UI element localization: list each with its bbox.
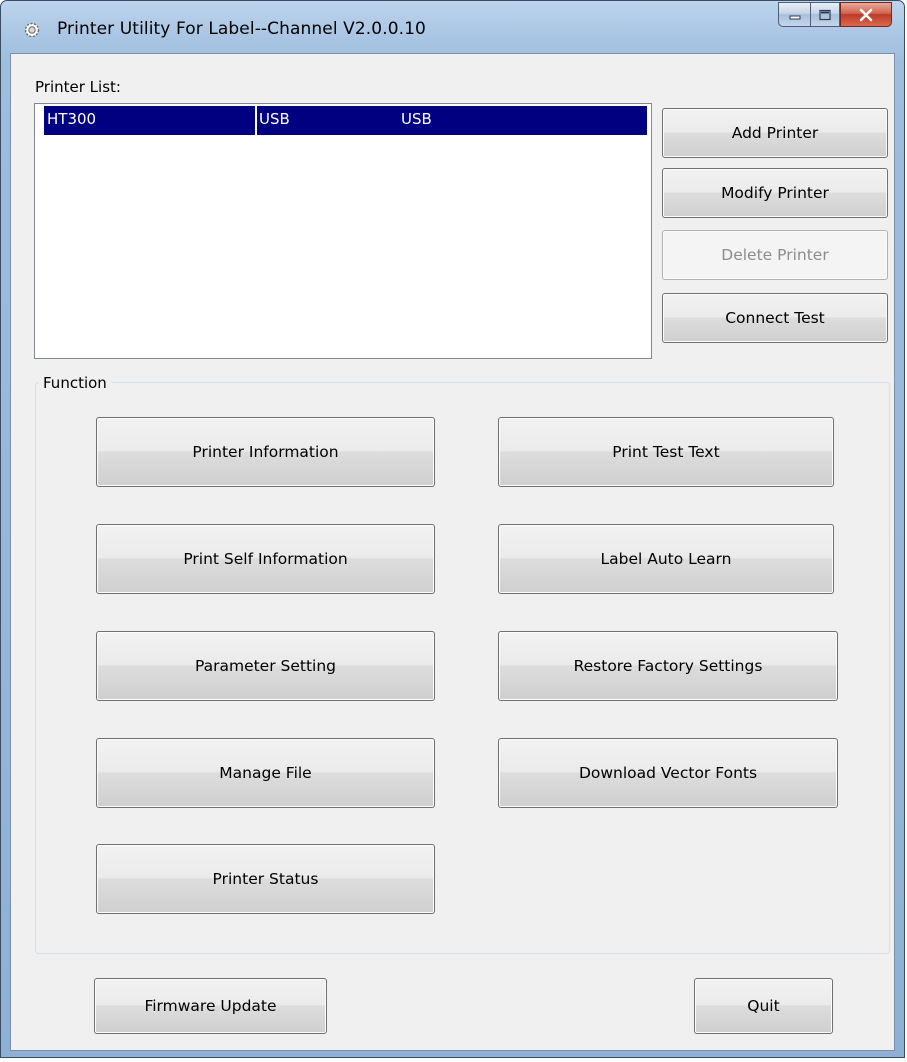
close-button[interactable] bbox=[840, 2, 892, 27]
label-auto-learn-button[interactable]: Label Auto Learn bbox=[498, 524, 834, 594]
caption-buttons bbox=[778, 2, 892, 27]
column-separator bbox=[255, 106, 257, 135]
printer-list-row[interactable]: HT300 USB USB bbox=[44, 106, 647, 135]
firmware-update-button[interactable]: Firmware Update bbox=[94, 978, 327, 1034]
maximize-button[interactable] bbox=[810, 2, 840, 27]
printer-port-cell: USB bbox=[259, 110, 290, 128]
gear-icon bbox=[24, 22, 40, 38]
print-test-text-button[interactable]: Print Test Text bbox=[498, 417, 834, 487]
app-window: Printer Utility For Label--Channel V2.0.… bbox=[0, 0, 905, 1058]
function-group-title: Function bbox=[39, 374, 111, 392]
printer-name-cell: HT300 bbox=[47, 110, 97, 128]
window-title: Printer Utility For Label--Channel V2.0.… bbox=[57, 19, 426, 39]
delete-printer-button[interactable]: Delete Printer bbox=[662, 230, 888, 280]
add-printer-button[interactable]: Add Printer bbox=[662, 108, 888, 158]
manage-file-button[interactable]: Manage File bbox=[96, 738, 435, 808]
minimize-icon bbox=[789, 15, 800, 19]
print-self-information-button[interactable]: Print Self Information bbox=[96, 524, 435, 594]
minimize-button[interactable] bbox=[778, 2, 810, 27]
client-area: Printer List: HT300 USB USB Add Printer … bbox=[10, 53, 895, 1051]
maximize-icon bbox=[819, 9, 831, 20]
close-icon bbox=[859, 8, 873, 21]
download-vector-fonts-button[interactable]: Download Vector Fonts bbox=[498, 738, 838, 808]
connect-test-button[interactable]: Connect Test bbox=[662, 293, 888, 343]
printer-status-button[interactable]: Printer Status bbox=[96, 844, 435, 914]
printer-information-button[interactable]: Printer Information bbox=[96, 417, 435, 487]
printer-list[interactable]: HT300 USB USB bbox=[34, 103, 652, 359]
printer-list-label: Printer List: bbox=[35, 78, 121, 96]
modify-printer-button[interactable]: Modify Printer bbox=[662, 168, 888, 218]
quit-button[interactable]: Quit bbox=[694, 978, 833, 1034]
parameter-setting-button[interactable]: Parameter Setting bbox=[96, 631, 435, 701]
title-bar[interactable]: Printer Utility For Label--Channel V2.0.… bbox=[1, 1, 904, 53]
restore-factory-settings-button[interactable]: Restore Factory Settings bbox=[498, 631, 838, 701]
printer-type-cell: USB bbox=[401, 110, 432, 128]
